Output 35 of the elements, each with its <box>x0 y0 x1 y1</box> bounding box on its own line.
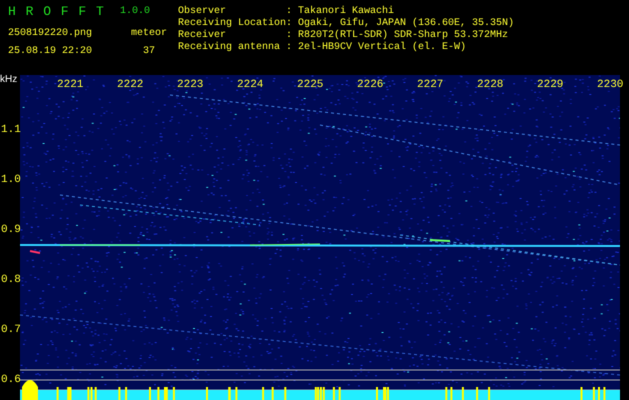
frequency-label: 0.8 <box>1 274 21 286</box>
app-title: H R O F F T <box>8 4 106 20</box>
count-label: meteor <box>130 28 168 40</box>
file-name: 2508192220.png <box>8 28 94 40</box>
time-label: 2226 <box>357 79 384 91</box>
frequency-label: 0.7 <box>1 324 21 336</box>
info-value: 2el-HB9CV Vertical (el. E-W) <box>298 42 468 54</box>
time-label: 2224 <box>237 79 264 91</box>
time-label: 2230 <box>597 79 624 91</box>
frequency-label: 0.9 <box>1 224 21 236</box>
app-version: 1.0.0 <box>120 5 152 19</box>
time-label: 2229 <box>537 79 564 91</box>
info-label: Observer <box>178 6 228 18</box>
time-label: 2222 <box>117 79 144 91</box>
count-value: 37 <box>142 46 156 58</box>
info-separator: : <box>286 18 294 30</box>
info-separator: : <box>286 42 294 54</box>
info-value: Ogaki, Gifu, JAPAN (136.60E, 35.35N) <box>298 18 514 30</box>
date-time: 25.08.19 22:20 <box>8 46 94 58</box>
info-value: Takanori Kawachi <box>298 6 396 18</box>
time-label: 2221 <box>57 79 84 91</box>
frequency-label: 0.6 <box>1 374 21 386</box>
info-label: Receiving Location <box>178 18 286 30</box>
info-label: Receiver <box>178 30 228 42</box>
info-separator: : <box>286 30 294 42</box>
time-label: 2223 <box>177 79 204 91</box>
time-label: 2227 <box>417 79 444 91</box>
frequency-label: 1.1 <box>1 124 21 136</box>
info-label: Receiving antenna <box>178 42 282 54</box>
time-label: 2228 <box>477 79 504 91</box>
frequency-label: 1.0 <box>1 174 21 186</box>
info-value: R820T2(RTL-SDR) SDR-Sharp 53.372MHz <box>298 30 510 42</box>
info-separator: : <box>286 6 294 18</box>
axis-unit: kHz <box>0 74 18 86</box>
time-label: 2225 <box>297 79 324 91</box>
